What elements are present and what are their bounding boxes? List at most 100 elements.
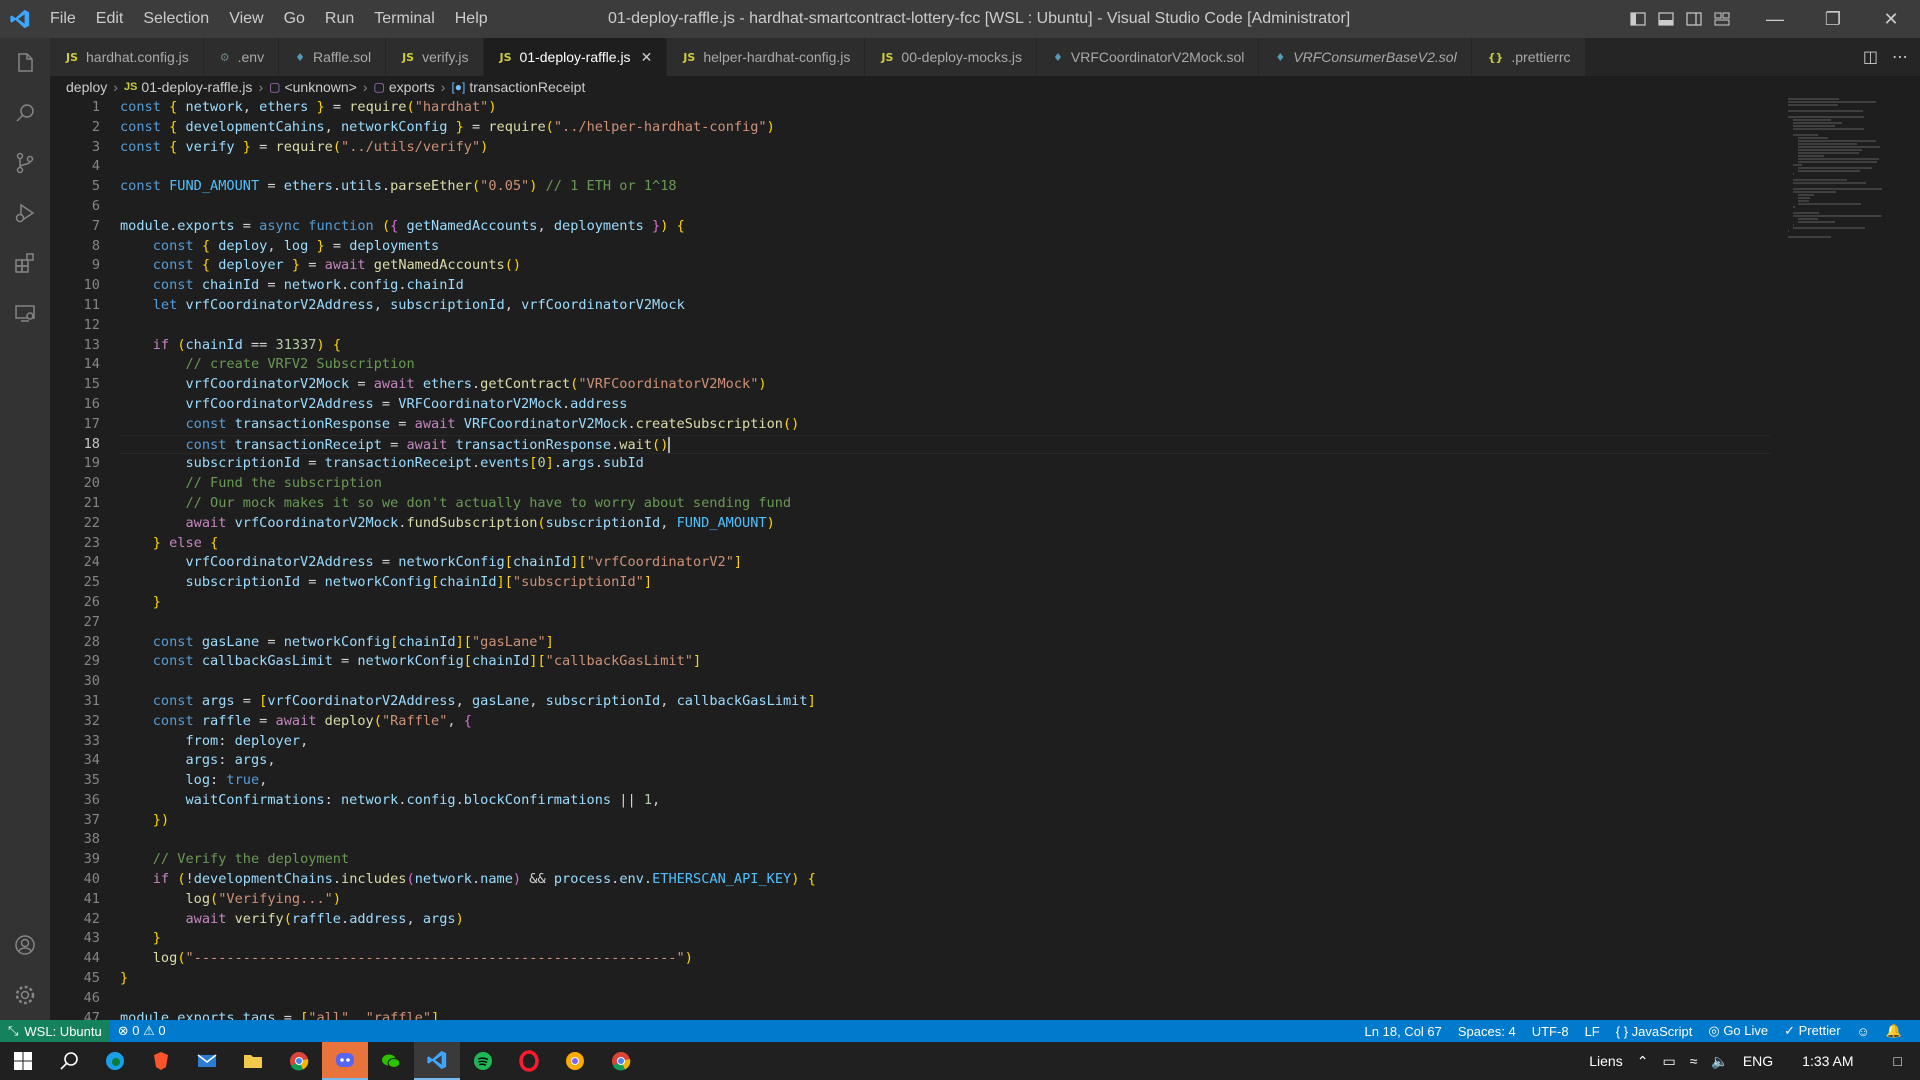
code-line[interactable]: } else { bbox=[120, 534, 1770, 554]
code-line[interactable]: const gasLane = networkConfig[chainId]["… bbox=[120, 633, 1770, 653]
code-line[interactable]: await verify(raffle.address, args) bbox=[120, 910, 1770, 930]
code-line[interactable]: const callbackGasLimit = networkConfig[c… bbox=[120, 652, 1770, 672]
code-line[interactable]: waitConfirmations: network.config.blockC… bbox=[120, 791, 1770, 811]
opera-icon[interactable] bbox=[506, 1042, 552, 1080]
code-line[interactable]: const raffle = await deploy("Raffle", { bbox=[120, 712, 1770, 732]
windows-start-icon[interactable] bbox=[0, 1042, 46, 1080]
code-line[interactable]: } bbox=[120, 929, 1770, 949]
vscode-taskbar-icon[interactable] bbox=[414, 1042, 460, 1080]
code-line[interactable]: const { developmentCahins, networkConfig… bbox=[120, 118, 1770, 138]
code-line[interactable]: await vrfCoordinatorV2Mock.fundSubscript… bbox=[120, 514, 1770, 534]
chrome-icon[interactable] bbox=[276, 1042, 322, 1080]
minimap[interactable] bbox=[1788, 98, 1906, 238]
tab-helper-hardhat-config[interactable]: JS helper-hardhat-config.js bbox=[667, 38, 866, 76]
code-line[interactable]: // Verify the deployment bbox=[120, 850, 1770, 870]
tab-vrfcoordinatorv2mock[interactable]: ♦ VRFCoordinatorV2Mock.sol bbox=[1037, 38, 1260, 76]
tab-hardhat-config[interactable]: JS hardhat.config.js bbox=[50, 38, 204, 76]
notifications-bell-icon[interactable]: 🔔 bbox=[1878, 1023, 1910, 1039]
run-debug-icon[interactable] bbox=[0, 188, 50, 238]
spotify-icon[interactable] bbox=[460, 1042, 506, 1080]
code-line[interactable]: // create VRFV2 Subscription bbox=[120, 355, 1770, 375]
code-line[interactable]: }) bbox=[120, 811, 1770, 831]
code-line[interactable] bbox=[120, 157, 1770, 177]
menu-go[interactable]: Go bbox=[274, 0, 315, 38]
close-window-icon[interactable]: ✕ bbox=[1862, 0, 1920, 38]
code-line[interactable]: const chainId = network.config.chainId bbox=[120, 276, 1770, 296]
breadcrumb-symbol[interactable]: transactionReceipt bbox=[469, 79, 585, 95]
code-line[interactable] bbox=[120, 672, 1770, 692]
code-line[interactable]: if (!developmentChains.includes(network.… bbox=[120, 870, 1770, 890]
menu-help[interactable]: Help bbox=[445, 0, 498, 38]
brave-browser-icon[interactable] bbox=[138, 1042, 184, 1080]
indentation[interactable]: Spaces: 4 bbox=[1450, 1024, 1524, 1039]
code-line[interactable]: let vrfCoordinatorV2Address, subscriptio… bbox=[120, 296, 1770, 316]
code-line[interactable]: module.exports.tags = ["all", "raffle"] bbox=[120, 1009, 1770, 1020]
toggle-panel-icon[interactable] bbox=[1652, 0, 1680, 38]
code-area[interactable]: const { network, ethers } = require("har… bbox=[120, 98, 1770, 1020]
code-line[interactable]: // Our mock makes it so we don't actuall… bbox=[120, 494, 1770, 514]
code-line[interactable]: log("-----------------------------------… bbox=[120, 949, 1770, 969]
tab-01-deploy-raffle[interactable]: JS 01-deploy-raffle.js ✕ bbox=[483, 38, 668, 76]
search-icon[interactable] bbox=[0, 88, 50, 138]
editor-scrollbar[interactable] bbox=[1906, 98, 1920, 1020]
language-indicator[interactable]: ENG bbox=[1736, 1053, 1780, 1069]
code-line[interactable]: const { deploy, log } = deployments bbox=[120, 237, 1770, 257]
menu-terminal[interactable]: Terminal bbox=[364, 0, 444, 38]
code-line[interactable] bbox=[120, 830, 1770, 850]
chrome-canary-icon[interactable] bbox=[552, 1042, 598, 1080]
code-line[interactable]: log: true, bbox=[120, 771, 1770, 791]
cursor-position[interactable]: Ln 18, Col 67 bbox=[1357, 1024, 1450, 1039]
code-line[interactable] bbox=[120, 197, 1770, 217]
tab-raffle-sol[interactable]: ♦ Raffle.sol bbox=[279, 38, 387, 76]
menu-edit[interactable]: Edit bbox=[86, 0, 134, 38]
extensions-icon[interactable] bbox=[0, 238, 50, 288]
code-line[interactable]: from: deployer, bbox=[120, 732, 1770, 752]
taskbar-search-icon[interactable] bbox=[46, 1042, 92, 1080]
chevron-up-icon[interactable]: ⌃ bbox=[1630, 1053, 1656, 1070]
mail-icon[interactable] bbox=[184, 1042, 230, 1080]
code-line[interactable]: } bbox=[120, 593, 1770, 613]
code-line[interactable]: subscriptionId = networkConfig[chainId][… bbox=[120, 573, 1770, 593]
language-mode[interactable]: { } JavaScript bbox=[1608, 1024, 1701, 1039]
menu-run[interactable]: Run bbox=[315, 0, 364, 38]
remote-indicator[interactable]: ⤡ WSL: Ubuntu bbox=[0, 1020, 110, 1042]
go-live-button[interactable]: ◎ Go Live bbox=[1700, 1023, 1776, 1039]
code-line[interactable]: if (chainId == 31337) { bbox=[120, 336, 1770, 356]
tab-env[interactable]: ⚙ .env bbox=[203, 38, 280, 76]
feedback-icon[interactable]: ☺ bbox=[1849, 1024, 1878, 1039]
clock[interactable]: 1:33 AM bbox=[1780, 1053, 1875, 1069]
minimize-icon[interactable]: — bbox=[1746, 0, 1804, 38]
discord-icon[interactable] bbox=[322, 1042, 368, 1080]
tray-links-label[interactable]: Liens bbox=[1582, 1053, 1629, 1069]
code-line[interactable]: vrfCoordinatorV2Address = VRFCoordinator… bbox=[120, 395, 1770, 415]
code-line[interactable] bbox=[120, 989, 1770, 1009]
explorer-icon[interactable] bbox=[0, 38, 50, 88]
encoding[interactable]: UTF-8 bbox=[1524, 1024, 1577, 1039]
code-line[interactable]: module.exports = async function ({ getNa… bbox=[120, 217, 1770, 237]
wechat-icon[interactable] bbox=[368, 1042, 414, 1080]
volume-icon[interactable]: 🔈 bbox=[1704, 1053, 1735, 1070]
code-line[interactable]: } bbox=[120, 969, 1770, 989]
vscode-logo-icon[interactable] bbox=[0, 0, 40, 38]
toggle-sidebar-icon[interactable] bbox=[1624, 0, 1652, 38]
code-line[interactable]: const { verify } = require("../utils/ver… bbox=[120, 138, 1770, 158]
menu-file[interactable]: File bbox=[40, 0, 86, 38]
chrome-icon[interactable] bbox=[598, 1042, 644, 1080]
tab-vrfconsumerbasev2[interactable]: ♦ VRFConsumerBaseV2.sol bbox=[1259, 38, 1472, 76]
code-line[interactable]: // Fund the subscription bbox=[120, 474, 1770, 494]
source-control-icon[interactable] bbox=[0, 138, 50, 188]
file-explorer-icon[interactable] bbox=[230, 1042, 276, 1080]
code-line[interactable]: const transactionReceipt = await transac… bbox=[120, 434, 1770, 455]
problems-indicator[interactable]: ⊗ 0 ⚠ 0 bbox=[110, 1023, 174, 1039]
code-line[interactable]: log("Verifying...") bbox=[120, 890, 1770, 910]
edge-browser-icon[interactable] bbox=[92, 1042, 138, 1080]
code-line[interactable]: const transactionResponse = await VRFCoo… bbox=[120, 415, 1770, 435]
code-line[interactable]: subscriptionId = transactionReceipt.even… bbox=[120, 454, 1770, 474]
customize-layout-icon[interactable] bbox=[1708, 0, 1736, 38]
code-editor[interactable]: 1 2 3 4 5 6 7 8 9 10 11 12 13 14 15 16 17 18 19 20 21 22 23 24 2… bbox=[50, 98, 1790, 1020]
restore-icon[interactable]: ❐ bbox=[1804, 0, 1862, 38]
breadcrumb-unknown[interactable]: <unknown> bbox=[284, 79, 356, 95]
breadcrumb-file[interactable]: 01-deploy-raffle.js bbox=[141, 79, 252, 95]
code-line[interactable]: const args = [vrfCoordinatorV2Address, g… bbox=[120, 692, 1770, 712]
wifi-icon[interactable]: ≈ bbox=[1683, 1053, 1705, 1069]
